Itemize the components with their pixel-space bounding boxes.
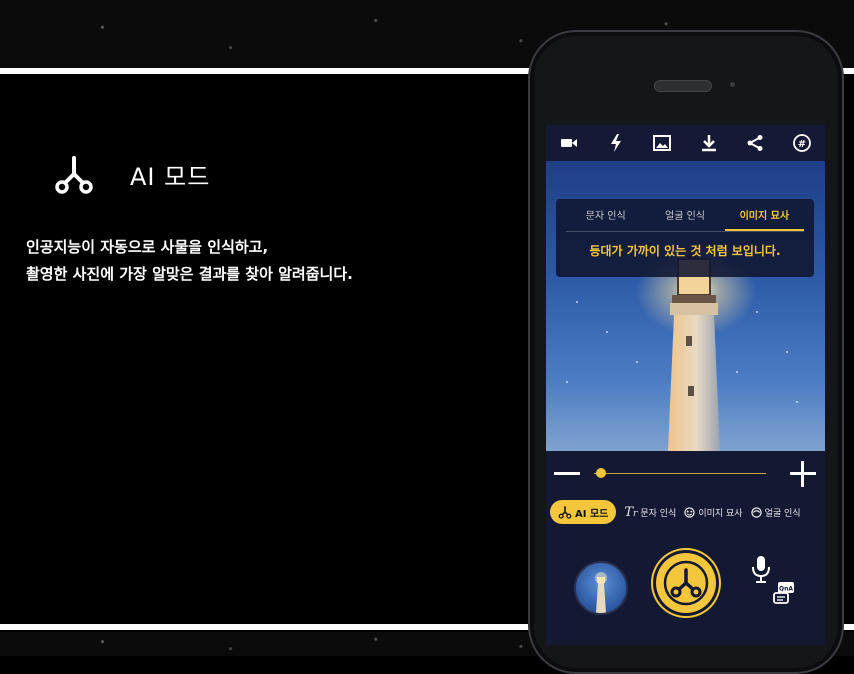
thumbnail-lighthouse bbox=[595, 572, 607, 613]
camera-preview: 문자 인식 얼굴 인식 이미지 묘사 등대가 가까이 있는 것 처럼 보입니다. bbox=[546, 161, 825, 451]
app-screen: # 문자 인식 얼굴 인식 이미지 묘사 등대가 가까이 있는 것 처럼 보입니… bbox=[546, 125, 825, 645]
phone-mockup: # 문자 인식 얼굴 인식 이미지 묘사 등대가 가까이 있는 것 처럼 보입니… bbox=[528, 30, 844, 674]
tab-text-recognition[interactable]: 문자 인식 bbox=[566, 205, 645, 231]
zoom-slider-handle[interactable] bbox=[595, 468, 606, 478]
mode-text-button[interactable]: Tr 문자 인식 bbox=[624, 505, 676, 520]
mode-selector: AI 모드 Tr 문자 인식 이미지 묘사 얼굴 인식 bbox=[550, 497, 825, 527]
mode-label: 얼굴 인식 bbox=[764, 508, 801, 519]
zoom-out-icon[interactable] bbox=[554, 472, 580, 475]
mode-label: 문자 인식 bbox=[640, 508, 677, 519]
feature-header: AI 모드 bbox=[52, 152, 210, 196]
zoom-control bbox=[546, 451, 825, 495]
last-photo-thumbnail[interactable] bbox=[574, 561, 628, 615]
zoom-slider-track[interactable] bbox=[594, 473, 766, 474]
face-recognition-icon bbox=[750, 506, 762, 518]
tab-face-recognition[interactable]: 얼굴 인식 bbox=[645, 205, 724, 231]
ai-mode-icon bbox=[558, 506, 572, 519]
feature-description: 인공지능이 자동으로 사물을 인식하고, 촬영한 사진에 가장 알맞은 결과를 … bbox=[26, 234, 353, 288]
qna-icon[interactable]: QnA bbox=[772, 581, 796, 607]
description-line: 촬영한 사진에 가장 알맞은 결과를 찾아 알려줍니다. bbox=[26, 265, 353, 283]
share-icon[interactable] bbox=[745, 133, 765, 153]
hashtag-icon[interactable]: # bbox=[792, 133, 812, 153]
ai-shutter-button[interactable] bbox=[656, 553, 716, 613]
text-recognition-icon: Tr bbox=[624, 504, 638, 520]
image-description-icon bbox=[684, 506, 695, 518]
gallery-icon[interactable] bbox=[652, 133, 672, 153]
mode-label: AI 모드 bbox=[575, 508, 609, 520]
flash-icon[interactable] bbox=[606, 133, 626, 153]
recognition-panel: 문자 인식 얼굴 인식 이미지 묘사 등대가 가까이 있는 것 처럼 보입니다. bbox=[556, 199, 814, 277]
description-line: 인공지능이 자동으로 사물을 인식하고, bbox=[26, 238, 269, 256]
recognition-tabs: 문자 인식 얼굴 인식 이미지 묘사 bbox=[566, 205, 804, 232]
ai-mode-icon bbox=[663, 560, 709, 606]
phone-front-camera bbox=[730, 82, 735, 87]
mode-face-button[interactable]: 얼굴 인식 bbox=[750, 506, 801, 519]
mode-ai-button[interactable]: AI 모드 bbox=[550, 500, 617, 524]
ai-mode-icon bbox=[55, 156, 93, 194]
download-icon[interactable] bbox=[699, 133, 719, 153]
tab-image-description[interactable]: 이미지 묘사 bbox=[724, 205, 804, 231]
video-camera-icon[interactable] bbox=[559, 133, 579, 153]
microphone-icon[interactable] bbox=[750, 555, 772, 585]
feature-title: AI 모드 bbox=[130, 162, 211, 191]
mode-image-button[interactable]: 이미지 묘사 bbox=[684, 506, 743, 519]
phone-speaker bbox=[654, 80, 712, 92]
top-toolbar: # bbox=[546, 125, 825, 161]
zoom-in-icon[interactable] bbox=[790, 461, 816, 487]
svg-text:#: # bbox=[798, 139, 806, 150]
svg-text:QnA: QnA bbox=[779, 586, 793, 593]
recognition-result-text: 등대가 가까이 있는 것 처럼 보입니다. bbox=[589, 244, 781, 258]
mode-label: 이미지 묘사 bbox=[698, 508, 743, 519]
